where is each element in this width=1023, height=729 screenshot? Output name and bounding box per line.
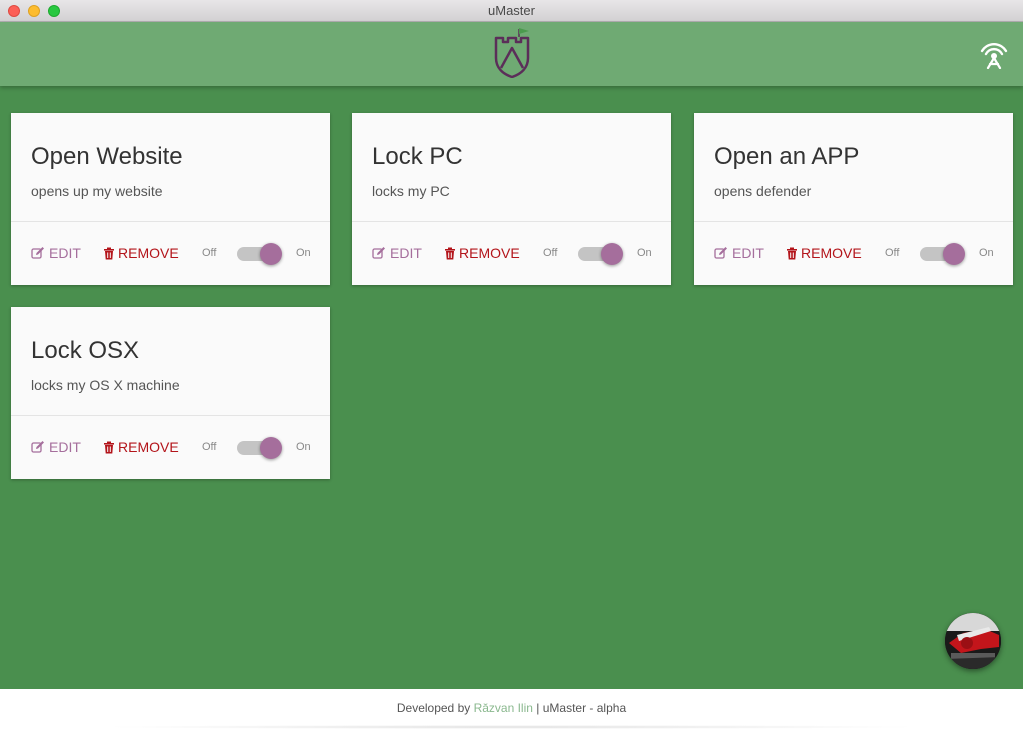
- enable-toggle[interactable]: [578, 243, 624, 265]
- card-title: Lock PC: [372, 143, 463, 170]
- card-actions: EDIT REMOVE Off On: [11, 416, 330, 479]
- edit-label: EDIT: [390, 245, 422, 261]
- broadcast-antenna-icon[interactable]: [979, 39, 1009, 69]
- remove-button[interactable]: REMOVE: [103, 245, 179, 261]
- app-header: [0, 22, 1023, 86]
- user-avatar-button[interactable]: [945, 613, 1001, 669]
- card-description: locks my OS X machine: [31, 377, 180, 393]
- action-card: Open an APP opens defender EDIT REMOVE O…: [694, 113, 1013, 285]
- remove-label: REMOVE: [118, 439, 179, 455]
- toggle-off-label: Off: [543, 247, 558, 259]
- toggle-on-label: On: [296, 441, 311, 453]
- castle-shield-logo-icon: [494, 28, 530, 78]
- toggle-off-label: Off: [202, 247, 217, 259]
- card-title: Open Website: [31, 143, 183, 170]
- action-card: Lock PC locks my PC EDIT REMOVE Off On: [352, 113, 671, 285]
- edit-icon: [31, 247, 44, 259]
- footer-suffix: | uMaster - alpha: [532, 701, 627, 715]
- edit-label: EDIT: [49, 245, 81, 261]
- window-title: uMaster: [488, 3, 535, 18]
- remove-label: REMOVE: [459, 245, 520, 261]
- toggle-on-label: On: [637, 247, 652, 259]
- edit-button[interactable]: EDIT: [31, 439, 81, 455]
- toggle-thumb[interactable]: [260, 243, 282, 265]
- main-content: Open Website opens up my website EDIT RE…: [0, 86, 1023, 689]
- window-titlebar: uMaster: [0, 0, 1023, 22]
- toggle-off-label: Off: [885, 247, 900, 259]
- enable-toggle[interactable]: [920, 243, 966, 265]
- footer: Developed by Răzvan Ilin | uMaster - alp…: [0, 689, 1023, 729]
- edit-icon: [714, 247, 727, 259]
- card-description: opens defender: [714, 183, 812, 199]
- edit-icon: [31, 441, 44, 453]
- enable-toggle[interactable]: [237, 437, 283, 459]
- edit-label: EDIT: [732, 245, 764, 261]
- trash-icon: [445, 247, 455, 259]
- action-card: Lock OSX locks my OS X machine EDIT REMO…: [11, 307, 330, 479]
- remove-label: REMOVE: [118, 245, 179, 261]
- trash-icon: [787, 247, 797, 259]
- card-actions: EDIT REMOVE Off On: [11, 222, 330, 285]
- edit-label: EDIT: [49, 439, 81, 455]
- user-avatar-image: [945, 613, 1001, 669]
- footer-shadow: [100, 725, 923, 729]
- toggle-thumb[interactable]: [943, 243, 965, 265]
- remove-button[interactable]: REMOVE: [103, 439, 179, 455]
- edit-icon: [372, 247, 385, 259]
- action-card: Open Website opens up my website EDIT RE…: [11, 113, 330, 285]
- card-actions: EDIT REMOVE Off On: [352, 222, 671, 285]
- remove-button[interactable]: REMOVE: [786, 245, 862, 261]
- author-link[interactable]: Răzvan Ilin: [474, 701, 533, 715]
- toggle-on-label: On: [296, 247, 311, 259]
- card-description: locks my PC: [372, 183, 450, 199]
- card-title: Open an APP: [714, 143, 860, 170]
- toggle-thumb[interactable]: [260, 437, 282, 459]
- edit-button[interactable]: EDIT: [714, 245, 764, 261]
- card-description: opens up my website: [31, 183, 163, 199]
- remove-label: REMOVE: [801, 245, 862, 261]
- card-actions: EDIT REMOVE Off On: [694, 222, 1013, 285]
- remove-button[interactable]: REMOVE: [444, 245, 520, 261]
- toggle-thumb[interactable]: [601, 243, 623, 265]
- edit-button[interactable]: EDIT: [372, 245, 422, 261]
- toggle-on-label: On: [979, 247, 994, 259]
- footer-prefix: Developed by: [396, 701, 474, 715]
- trash-icon: [104, 441, 114, 453]
- trash-icon: [104, 247, 114, 259]
- edit-button[interactable]: EDIT: [31, 245, 81, 261]
- toggle-off-label: Off: [202, 441, 217, 453]
- card-title: Lock OSX: [31, 337, 140, 364]
- enable-toggle[interactable]: [237, 243, 283, 265]
